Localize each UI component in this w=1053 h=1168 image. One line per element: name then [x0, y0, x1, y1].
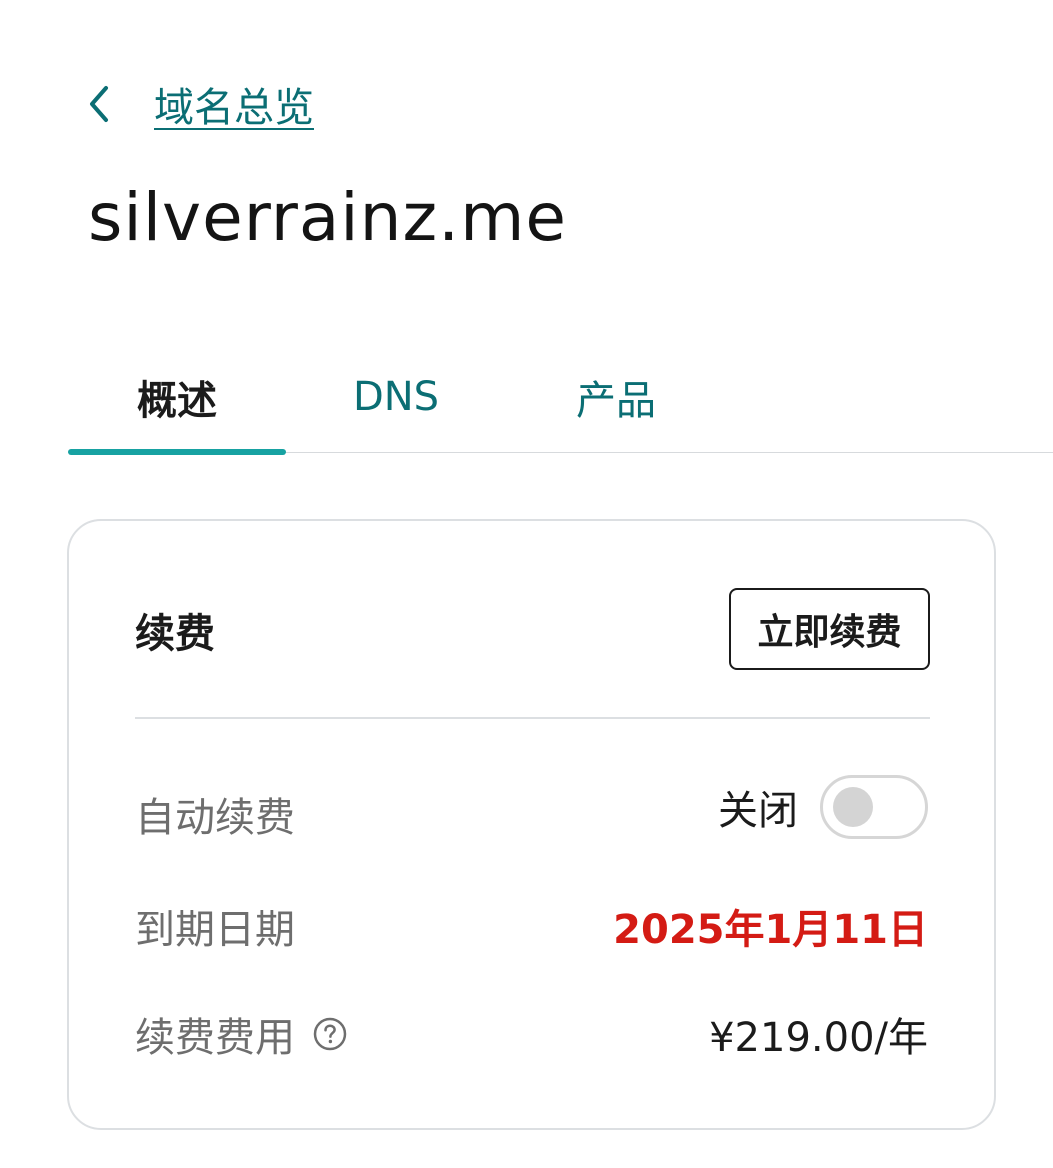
chevron-left-icon	[84, 82, 120, 126]
renewal-fee-label-group: 续费费用	[135, 1005, 347, 1063]
expiry-date-label: 到期日期	[135, 907, 295, 953]
back-link[interactable]: 域名总览	[84, 74, 314, 134]
question-circle-icon[interactable]	[313, 1017, 347, 1051]
tab-products[interactable]: 产品	[516, 340, 716, 453]
expiry-date-value: 2025年1月11日	[613, 907, 928, 953]
renew-now-button[interactable]: 立即续费	[729, 588, 930, 670]
page-title: silverrainz.me	[88, 179, 567, 256]
renewal-card: 续费 立即续费 自动续费 关闭 到期日期 2025年1月11日 续费费用 ¥21…	[67, 519, 996, 1130]
auto-renew-label: 自动续费	[135, 795, 295, 841]
renewal-fee-value: ¥219.00/年	[709, 1015, 928, 1061]
tab-bar: 概述 DNS 产品	[68, 340, 1053, 455]
renewal-card-title: 续费	[135, 611, 215, 657]
divider	[135, 717, 930, 719]
back-link-label[interactable]: 域名总览	[154, 75, 314, 133]
renewal-fee-label: 续费费用	[135, 1015, 295, 1061]
auto-renew-state: 关闭	[718, 788, 798, 834]
toggle-knob	[833, 787, 873, 827]
auto-renew-control: 关闭	[718, 775, 928, 839]
auto-renew-toggle[interactable]	[820, 775, 928, 839]
domain-detail-page: 域名总览 silverrainz.me 概述 DNS 产品 续费 立即续费 自动…	[0, 0, 1053, 1168]
tab-overview[interactable]: 概述	[68, 340, 286, 455]
tab-dns[interactable]: DNS	[296, 340, 496, 453]
